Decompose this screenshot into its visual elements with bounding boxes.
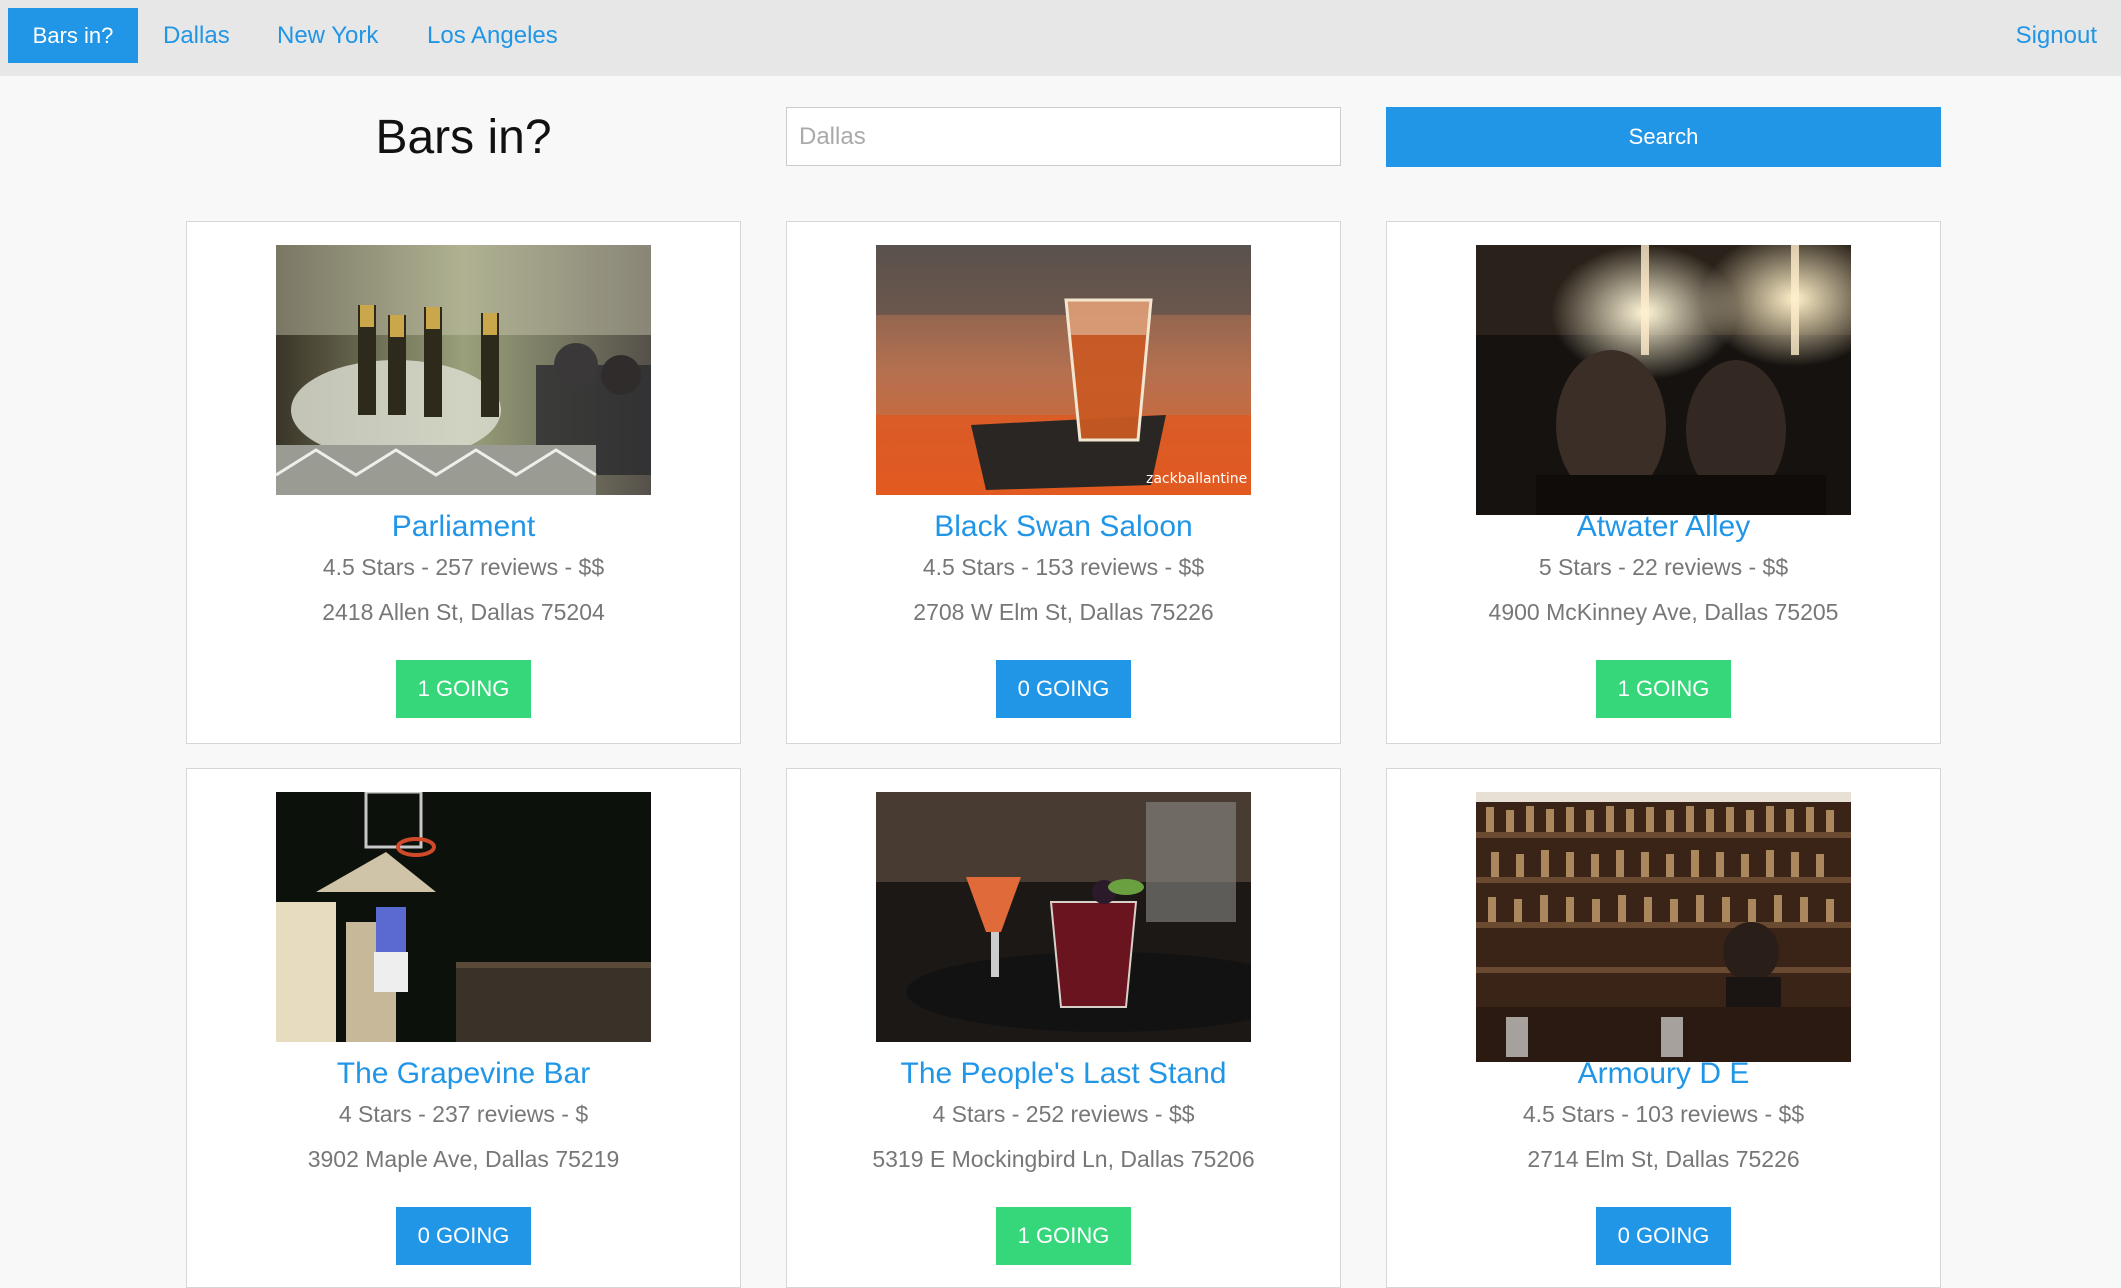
top-navbar: Bars in? Dallas New York Los Angeles Sig… bbox=[0, 0, 2121, 76]
bar-card: The People's Last Stand 4 Stars - 252 re… bbox=[786, 768, 1341, 1288]
bar-card: zackballantine Black Swan Saloon 4.5 Sta… bbox=[786, 221, 1341, 744]
bar-address: 3902 Maple Ave, Dallas 75219 bbox=[307, 1146, 620, 1172]
bar-card: Armoury D E 4.5 Stars - 103 reviews - $$… bbox=[1386, 768, 1941, 1288]
bar-name-link[interactable]: The People's Last Stand bbox=[787, 1056, 1340, 1092]
bar-rating: 4 Stars - 237 reviews - $ bbox=[338, 1101, 589, 1127]
bar-address: 5319 E Mockingbird Ln, Dallas 75206 bbox=[872, 1146, 1255, 1172]
bar-photo bbox=[276, 792, 651, 1042]
bar-name-link[interactable]: Black Swan Saloon bbox=[787, 509, 1340, 545]
bar-name-link[interactable]: Armoury D E bbox=[1387, 1056, 1940, 1092]
page-title: Bars in? bbox=[375, 111, 552, 164]
bar-photo bbox=[1476, 245, 1851, 515]
nav-link-los-angeles[interactable]: Los Angeles bbox=[427, 22, 558, 50]
bar-card: Atwater Alley 5 Stars - 22 reviews - $$ … bbox=[1386, 221, 1941, 744]
going-button[interactable]: 0 GOING bbox=[996, 660, 1131, 718]
nav-link-new-york[interactable]: New York bbox=[277, 22, 378, 50]
bar-name-link[interactable]: Atwater Alley bbox=[1387, 509, 1940, 545]
bar-photo bbox=[1476, 792, 1851, 1062]
search-button[interactable]: Search bbox=[1386, 107, 1941, 167]
bar-name-link[interactable]: Parliament bbox=[187, 509, 740, 545]
bar-card: Parliament 4.5 Stars - 257 reviews - $$ … bbox=[186, 221, 741, 744]
brand-button[interactable]: Bars in? bbox=[8, 8, 138, 63]
going-button[interactable]: 1 GOING bbox=[396, 660, 531, 718]
bar-address: 2714 Elm St, Dallas 75226 bbox=[1527, 1146, 1800, 1172]
bar-photo bbox=[276, 245, 651, 495]
bar-address: 2418 Allen St, Dallas 75204 bbox=[322, 599, 605, 625]
bar-rating: 4.5 Stars - 103 reviews - $$ bbox=[1522, 1101, 1805, 1127]
going-button[interactable]: 1 GOING bbox=[1596, 660, 1731, 718]
bar-name-link[interactable]: The Grapevine Bar bbox=[187, 1056, 740, 1092]
photo-watermark: zackballantine bbox=[1146, 471, 1247, 487]
bar-photo: zackballantine bbox=[876, 245, 1251, 495]
bar-address: 2708 W Elm St, Dallas 75226 bbox=[913, 599, 1214, 625]
bar-rating: 4 Stars - 252 reviews - $$ bbox=[932, 1101, 1195, 1127]
search-input[interactable] bbox=[786, 107, 1341, 166]
bar-rating: 5 Stars - 22 reviews - $$ bbox=[1538, 554, 1789, 580]
nav-link-dallas[interactable]: Dallas bbox=[163, 22, 230, 50]
bar-rating: 4.5 Stars - 257 reviews - $$ bbox=[322, 554, 605, 580]
going-button[interactable]: 1 GOING bbox=[996, 1207, 1131, 1265]
bar-rating: 4.5 Stars - 153 reviews - $$ bbox=[922, 554, 1205, 580]
going-button[interactable]: 0 GOING bbox=[1596, 1207, 1731, 1265]
going-button[interactable]: 0 GOING bbox=[396, 1207, 531, 1265]
signout-link[interactable]: Signout bbox=[2016, 22, 2097, 50]
bar-card: The Grapevine Bar 4 Stars - 237 reviews … bbox=[186, 768, 741, 1288]
bar-address: 4900 McKinney Ave, Dallas 75205 bbox=[1488, 599, 1839, 625]
bar-photo bbox=[876, 792, 1251, 1042]
